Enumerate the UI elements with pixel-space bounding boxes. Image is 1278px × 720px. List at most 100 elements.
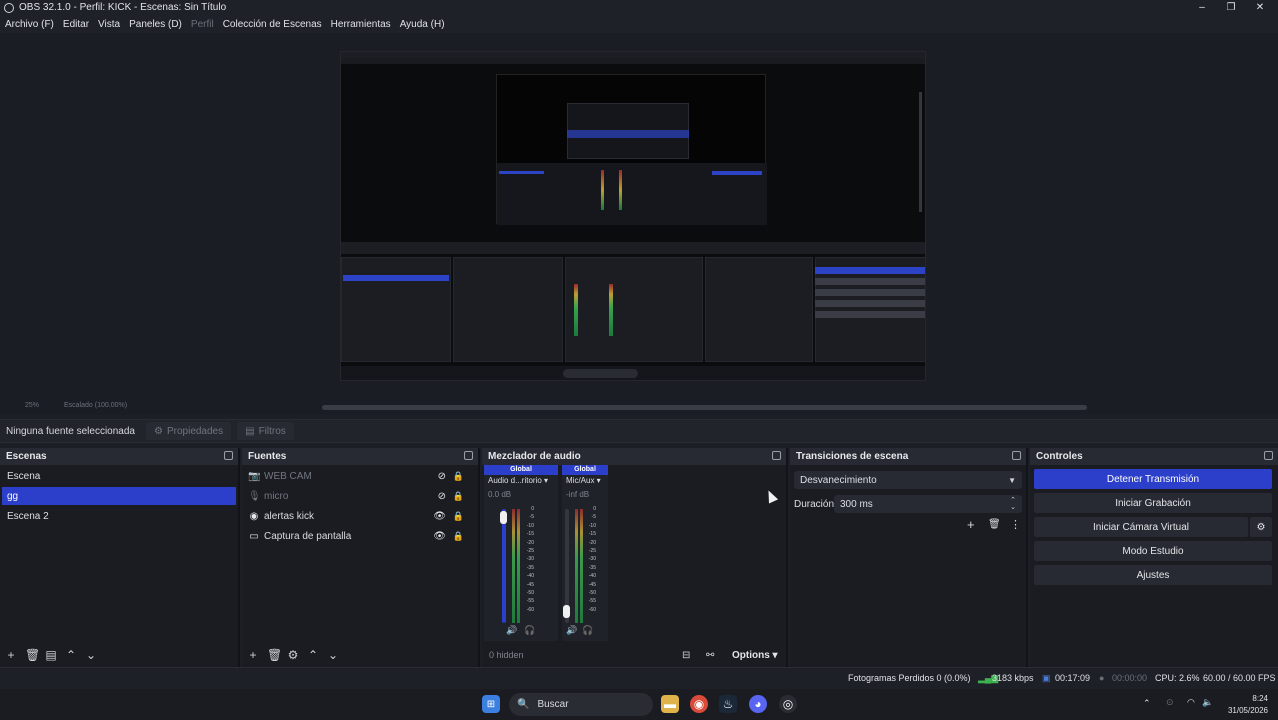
volume-slider-handle[interactable] xyxy=(563,604,570,618)
meter-tick-label: -5 xyxy=(591,514,596,521)
settings-button[interactable]: Ajustes xyxy=(1034,565,1272,585)
duration-spinbox[interactable]: 300 ms ⌃ ⌄ xyxy=(834,495,1022,513)
lock-icon[interactable]: 🔒 xyxy=(453,511,464,522)
source-item[interactable]: ▭ Captura de pantalla 👁 🔒 xyxy=(248,527,476,545)
scene-item[interactable]: Escena 2 xyxy=(2,507,236,525)
eye-icon[interactable]: 👁 xyxy=(433,531,446,542)
more-options-icon[interactable]: ⋮ xyxy=(1010,518,1021,531)
level-meter xyxy=(575,509,578,623)
menu-coleccion-escenas[interactable]: Colección de Escenas xyxy=(223,19,322,30)
chrome-icon[interactable]: ◉ xyxy=(690,695,708,713)
zoom-level[interactable]: 25% xyxy=(25,402,39,409)
float-dock-icon[interactable] xyxy=(1012,451,1021,460)
trash-icon[interactable]: 🗑 xyxy=(25,648,40,662)
preview-canvas[interactable] xyxy=(340,51,926,381)
source-item[interactable]: 🎙 micro ⊘ 🔒 xyxy=(248,487,476,505)
source-item[interactable]: ◉ alertas kick 👁 🔒 xyxy=(248,507,476,525)
meter-tick-label: -30 xyxy=(588,556,596,563)
gear-icon[interactable]: ⚙ xyxy=(287,648,299,662)
move-down-icon[interactable]: ⌄ xyxy=(85,648,97,662)
float-dock-icon[interactable] xyxy=(224,451,233,460)
menu-ayuda[interactable]: Ayuda (H) xyxy=(400,19,445,30)
lock-icon[interactable]: 🔒 xyxy=(453,471,464,482)
steam-icon[interactable]: ♨ xyxy=(719,695,737,713)
properties-button[interactable]: ⚙ Propiedades xyxy=(146,422,232,440)
menu-perfil[interactable]: Perfil xyxy=(191,19,214,30)
hidden-eye-icon[interactable]: ⊘ xyxy=(438,471,446,482)
meter-tick-label: -25 xyxy=(526,548,534,555)
preview-scrollbar[interactable] xyxy=(322,405,1087,410)
search-icon: 🔍 xyxy=(517,699,530,710)
transition-select[interactable]: Desvanecimiento ▼ xyxy=(794,471,1022,489)
trash-icon[interactable]: 🗑 xyxy=(267,648,282,662)
float-dock-icon[interactable] xyxy=(1264,451,1273,460)
volume-slider[interactable] xyxy=(502,509,506,623)
scene-item[interactable]: Escena xyxy=(2,467,236,485)
move-down-icon[interactable]: ⌄ xyxy=(327,648,339,662)
headphones-icon[interactable]: 🎧 xyxy=(524,625,535,636)
menu-paneles[interactable]: Paneles (D) xyxy=(129,19,182,30)
windows-start-icon[interactable]: ⊞ xyxy=(482,695,500,713)
scene-item-selected[interactable]: gg xyxy=(2,487,236,505)
obs-logo-icon xyxy=(4,2,14,13)
menu-editar[interactable]: Editar xyxy=(63,19,89,30)
move-up-icon[interactable]: ⌃ xyxy=(307,648,319,662)
taskbar-clock[interactable]: 8:24 31/05/2026 xyxy=(1228,693,1268,717)
add-icon[interactable]: + xyxy=(247,648,259,662)
taskbar-search[interactable]: 🔍 Buscar xyxy=(509,693,653,716)
stop-streaming-button[interactable]: Detener Transmisión xyxy=(1034,469,1272,489)
scale-label[interactable]: Escalado (100.00%) xyxy=(64,402,127,409)
lock-icon[interactable]: 🔒 xyxy=(453,491,464,502)
link-icon[interactable]: ⚯ xyxy=(706,650,714,661)
move-up-icon[interactable]: ⌃ xyxy=(65,648,77,662)
tray-volume-icon[interactable]: 🔈 xyxy=(1202,697,1213,708)
gear-icon: ⚙ xyxy=(1256,521,1266,533)
add-icon[interactable]: + xyxy=(5,648,17,662)
eye-icon[interactable]: 👁 xyxy=(433,511,446,522)
preview-area[interactable] xyxy=(0,33,1278,399)
filter-icon[interactable]: ▤ xyxy=(45,648,57,662)
file-explorer-icon[interactable]: ▬ xyxy=(661,695,679,713)
menu-archivo[interactable]: Archivo (F) xyxy=(5,19,54,30)
mixer-options-button[interactable]: Options ▾ xyxy=(732,650,778,661)
speaker-icon[interactable]: 🔊 xyxy=(506,625,517,636)
add-transition-icon[interactable]: + xyxy=(967,517,975,532)
record-time: 00:00:00 xyxy=(1112,673,1148,683)
chevron-down-icon: ▼ xyxy=(1008,475,1016,485)
virtual-camera-settings-button[interactable]: ⚙ xyxy=(1250,517,1272,537)
hidden-eye-icon[interactable]: ⊘ xyxy=(438,491,446,502)
obs-taskbar-icon[interactable]: ◎ xyxy=(779,695,797,713)
lock-icon[interactable]: 🔒 xyxy=(453,531,464,542)
start-virtual-camera-button[interactable]: Iniciar Cámara Virtual xyxy=(1034,517,1248,537)
channel-name[interactable]: Mic/Aux ▾ xyxy=(566,476,601,485)
spin-arrows-icon[interactable]: ⌃ ⌄ xyxy=(1010,497,1016,511)
globe-icon: ◉ xyxy=(249,510,259,522)
float-dock-icon[interactable] xyxy=(464,451,473,460)
menu-herramientas[interactable]: Herramientas xyxy=(331,19,391,30)
layout-icon[interactable]: ⊟ xyxy=(682,650,690,661)
captured-mixer xyxy=(565,257,703,362)
speaker-icon[interactable]: 🔊 xyxy=(566,625,577,636)
tray-location-icon[interactable]: ⊙ xyxy=(1166,697,1174,708)
start-recording-button[interactable]: Iniciar Grabación xyxy=(1034,493,1272,513)
meter-tick-label: -20 xyxy=(588,539,596,546)
mixer-header: Mezclador de audio xyxy=(482,448,786,465)
channel-name[interactable]: Audio d...ritorio ▾ xyxy=(488,476,548,485)
float-dock-icon[interactable] xyxy=(772,451,781,460)
studio-mode-button[interactable]: Modo Estudio xyxy=(1034,541,1272,561)
meter-tick-label: 0 xyxy=(593,506,596,512)
volume-slider-handle[interactable] xyxy=(500,511,507,525)
filters-button[interactable]: ▤ Filtros xyxy=(237,422,294,440)
tray-chevron-up-icon[interactable]: ⌃ xyxy=(1143,698,1151,709)
menu-vista[interactable]: Vista xyxy=(98,19,120,30)
trash-icon[interactable]: 🗑 xyxy=(988,519,1001,530)
tray-wifi-icon[interactable]: ◠ xyxy=(1187,697,1195,708)
minimize-button[interactable]: – xyxy=(1187,0,1217,15)
headphones-icon[interactable]: 🎧 xyxy=(582,625,593,636)
close-button[interactable]: ✕ xyxy=(1245,0,1275,15)
discord-icon[interactable]: ◕ xyxy=(749,695,767,713)
source-item[interactable]: 📷 WEB CAM ⊘ 🔒 xyxy=(248,467,476,485)
maximize-button[interactable]: ❐ xyxy=(1216,0,1246,15)
hidden-count[interactable]: 0 hidden xyxy=(489,650,524,660)
dropped-frames: Fotogramas Perdidos 0 (0.0%) xyxy=(848,673,971,683)
